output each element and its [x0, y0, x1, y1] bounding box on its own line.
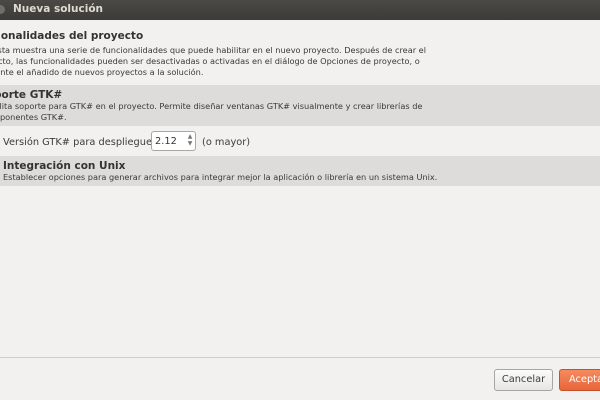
ok-button[interactable]: Aceptar: [559, 369, 600, 391]
header-description-line: ecto, las funcionalidades pueden ser des…: [0, 56, 420, 66]
header-description-line: iante el añadido de nuevos proyectos a l…: [0, 67, 204, 77]
gtk-support-title: porte GTK#: [0, 89, 63, 101]
window-titlebar[interactable]: Nueva solución: [0, 0, 600, 20]
unix-integration-description: Establecer opciones para generar archivo…: [3, 172, 438, 182]
spin-down-arrow-icon[interactable]: ▼: [186, 141, 194, 147]
window-close-icon[interactable]: [0, 5, 5, 14]
footer-separator: [0, 357, 600, 358]
header-title: cionalidades del proyecto: [0, 30, 144, 42]
cancel-button[interactable]: Cancelar: [494, 369, 553, 391]
unix-integration-title: Integración con Unix: [3, 160, 126, 172]
gtk-version-suffix: (o mayor): [202, 137, 251, 148]
gtk-support-description-line: mponentes GTK#.: [0, 112, 67, 122]
gtk-version-value[interactable]: 2.12: [155, 136, 177, 147]
gtk-support-description-line: bilita soporte para GTK# en el proyecto.…: [0, 101, 423, 111]
header-description-line: lista muestra una serie de funcionalidad…: [0, 45, 426, 55]
window-title: Nueva solución: [13, 3, 104, 15]
gtk-version-label: Versión GTK# para despliegue:: [3, 137, 156, 148]
spin-arrows[interactable]: ▲ ▼: [186, 134, 194, 148]
